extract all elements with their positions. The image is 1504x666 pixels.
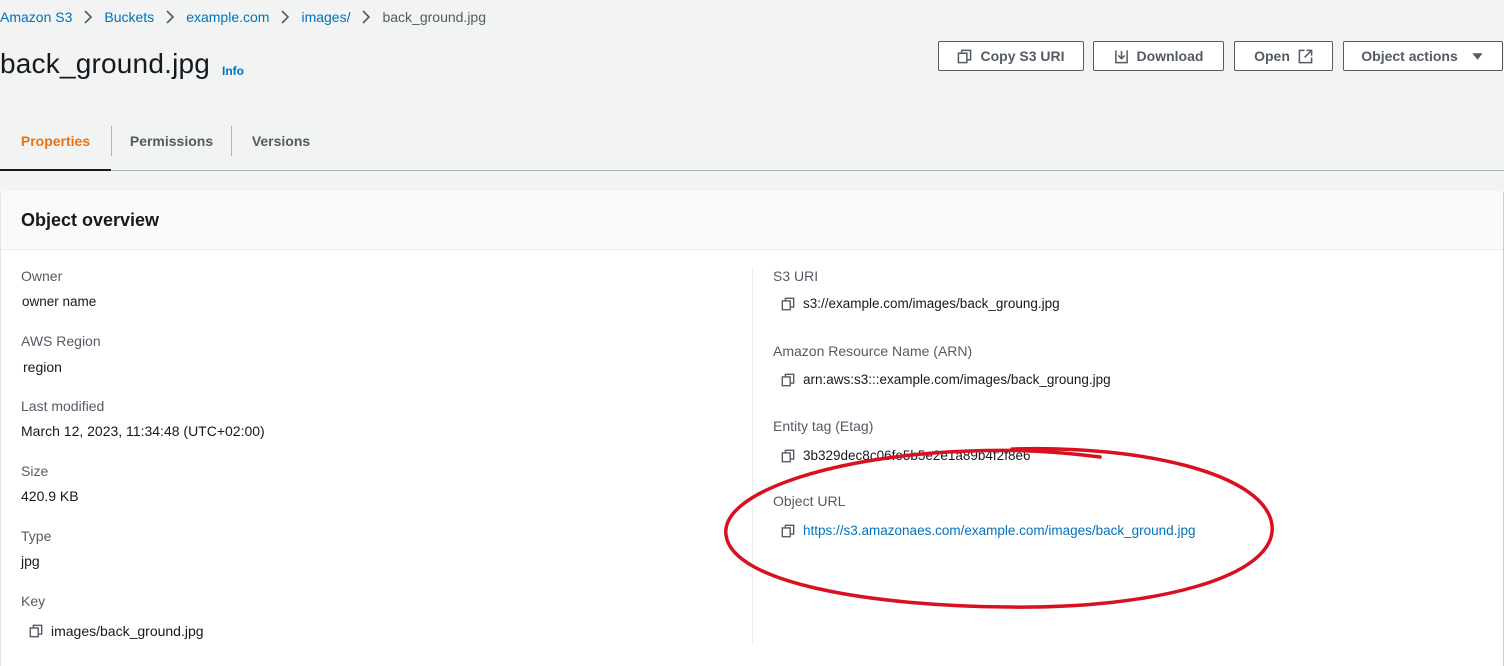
etag-text: 3b329dec8c06fe5b5e2e1a89b4f2f8e6 (803, 448, 1031, 463)
key-text: images/back_ground.jpg (51, 623, 204, 639)
size-value: 420.9 KB (21, 488, 79, 504)
external-link-icon (1298, 49, 1313, 63)
key-label: Key (21, 593, 46, 609)
info-link[interactable]: Info (222, 64, 244, 78)
download-label: Download (1136, 48, 1204, 64)
breadcrumb: Amazon S3 Buckets example.com images/ ba… (0, 7, 486, 27)
panel-title: Object overview (21, 210, 160, 230)
chevron-right-icon (269, 10, 301, 24)
last-modified-label: Last modified (21, 398, 105, 414)
page-title: back_ground.jpg (0, 48, 211, 79)
download-button[interactable]: Download (1093, 41, 1224, 71)
copy-icon (958, 49, 972, 63)
object-url-label: Object URL (773, 493, 846, 509)
copy-icon[interactable] (29, 624, 43, 638)
copy-s3-uri-button[interactable]: Copy S3 URI (938, 41, 1084, 71)
open-label: Open (1254, 48, 1290, 64)
etag-value: 3b329dec8c06fe5b5e2e1a89b4f2f8e6 (781, 448, 1030, 463)
owner-value: owner name (22, 294, 97, 309)
region-value: region (23, 359, 62, 375)
copy-icon[interactable] (781, 524, 795, 538)
breadcrumb-buckets[interactable]: Buckets (104, 9, 154, 25)
copy-icon[interactable] (781, 373, 795, 387)
arn-value: arn:aws:s3:::example.com/images/back_gro… (781, 372, 1111, 387)
open-button[interactable]: Open (1234, 41, 1333, 71)
s3-uri-value: s3://example.com/images/back_groung.jpg (781, 296, 1060, 311)
breadcrumb-amazon-s3[interactable]: Amazon S3 (0, 9, 72, 25)
etag-label: Entity tag (Etag) (773, 418, 874, 434)
tab-bar: Properties Permissions Versions (0, 111, 1504, 171)
region-label: AWS Region (21, 333, 101, 349)
type-label: Type (21, 528, 52, 544)
tab-properties[interactable]: Properties (0, 111, 111, 171)
copy-s3-uri-label: Copy S3 URI (980, 48, 1065, 64)
chevron-right-icon (72, 10, 104, 24)
copy-icon[interactable] (781, 449, 795, 463)
s3-uri-text: s3://example.com/images/back_groung.jpg (803, 296, 1060, 311)
key-value: images/back_ground.jpg (29, 623, 204, 639)
size-label: Size (21, 463, 49, 479)
object-url-link[interactable]: https://s3.amazonaes.com/example.com/ima… (803, 523, 1195, 538)
type-value: jpg (21, 553, 40, 569)
s3-uri-label: S3 URI (773, 268, 819, 284)
column-divider (752, 267, 753, 645)
copy-icon[interactable] (781, 297, 795, 311)
arn-label: Amazon Resource Name (ARN) (773, 343, 973, 359)
breadcrumb-current: back_ground.jpg (382, 9, 487, 25)
object-actions-label: Object actions (1361, 48, 1458, 64)
arn-text: arn:aws:s3:::example.com/images/back_gro… (803, 372, 1111, 387)
download-icon (1114, 49, 1128, 63)
tab-versions[interactable]: Versions (232, 111, 330, 170)
last-modified-value: March 12, 2023, 11:34:48 (UTC+02:00) (21, 423, 265, 439)
panel-header: Object overview (1, 191, 1503, 250)
chevron-right-icon (154, 10, 186, 24)
breadcrumb-folder[interactable]: images/ (301, 9, 350, 25)
object-url-value: https://s3.amazonaes.com/example.com/ima… (781, 523, 1195, 538)
breadcrumb-bucket-name[interactable]: example.com (186, 9, 269, 25)
object-overview-panel: Object overview Owner owner name AWS Reg… (1, 191, 1503, 666)
tab-permissions[interactable]: Permissions (112, 111, 231, 170)
caret-down-icon (1472, 52, 1483, 60)
object-actions-dropdown[interactable]: Object actions (1343, 41, 1503, 71)
owner-label: Owner (21, 268, 63, 284)
chevron-right-icon (350, 10, 382, 24)
